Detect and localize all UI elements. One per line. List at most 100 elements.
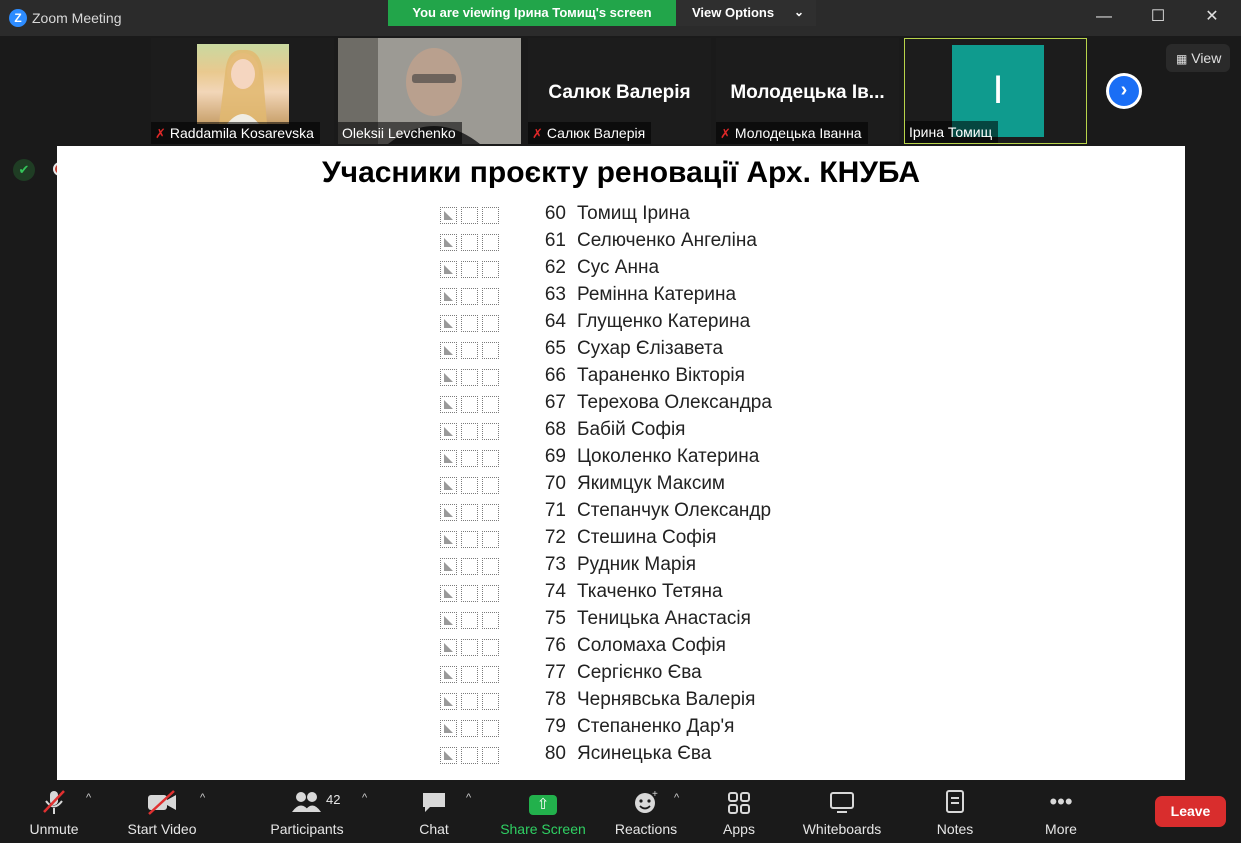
- leave-button[interactable]: Leave: [1155, 796, 1226, 827]
- row-number: 72: [544, 527, 566, 548]
- video-off-icon: [122, 788, 202, 816]
- reactions-button[interactable]: + Reactions: [612, 788, 680, 840]
- checkbox-placeholder: [482, 369, 499, 386]
- image-placeholder-icon: [440, 234, 457, 251]
- list-item: 76 Соломаха Софія: [440, 634, 940, 661]
- chat-bubble-icon: [410, 788, 458, 816]
- checkbox-placeholder: [482, 396, 499, 413]
- checkbox-placeholder: [482, 423, 499, 440]
- reactions-options-caret-icon[interactable]: ^: [674, 792, 679, 804]
- participants-count-badge: 42: [326, 792, 341, 807]
- close-button[interactable]: ✕: [1197, 5, 1227, 31]
- participant-tile-raddamila[interactable]: ✗ Raddamila Kosarevska: [151, 38, 334, 144]
- checkbox-placeholder: [482, 747, 499, 764]
- participants-options-caret-icon[interactable]: ^: [362, 792, 367, 804]
- apps-button[interactable]: Apps: [716, 788, 762, 840]
- image-placeholder-icon: [440, 342, 457, 359]
- row-number: 60: [544, 203, 566, 224]
- participant-tile-molodetska[interactable]: Молодецька Ів... ✗ Молодецька Іванна: [716, 38, 899, 144]
- whiteboard-icon: [796, 788, 888, 816]
- notes-button[interactable]: Notes: [930, 788, 980, 840]
- row-name: Якимцук Максим: [577, 473, 725, 494]
- list-item: 66 Тараненко Вікторія: [440, 364, 940, 391]
- row-name: Ясинецька Єва: [577, 743, 712, 764]
- participant-video: [197, 44, 289, 124]
- checkbox-placeholder: [482, 693, 499, 710]
- video-options-caret-icon[interactable]: ^: [200, 792, 205, 804]
- chevron-right-icon: ›: [1109, 76, 1139, 106]
- participant-tile-saliuk[interactable]: Салюк Валерія ✗ Салюк Валерія: [528, 38, 711, 144]
- view-button[interactable]: ▦ View: [1166, 44, 1230, 72]
- participant-thumbnail-strip: ✗ Raddamila Kosarevska Oleksii Levchenko …: [0, 36, 1241, 146]
- checkbox-placeholder: [461, 612, 478, 629]
- chat-button[interactable]: Chat: [410, 788, 458, 840]
- row-number: 64: [544, 311, 566, 332]
- unmute-button[interactable]: Unmute: [22, 788, 86, 840]
- start-video-button[interactable]: Start Video: [122, 788, 202, 840]
- checkbox-placeholder: [461, 369, 478, 386]
- image-placeholder-icon: [440, 288, 457, 305]
- row-name: Соломаха Софія: [577, 635, 726, 656]
- meeting-toolbar: Unmute ^ Start Video ^ Participants 42 ^…: [0, 780, 1241, 843]
- participant-name: Raddamila Kosarevska: [169, 125, 314, 141]
- audio-options-caret-icon[interactable]: ^: [86, 792, 91, 804]
- minimize-button[interactable]: —: [1089, 5, 1119, 31]
- list-item: 71 Степанчук Олександр: [440, 499, 940, 526]
- apps-icon: [716, 788, 762, 816]
- share-screen-button[interactable]: ⇧ Share Screen: [497, 788, 589, 840]
- checkbox-placeholder: [461, 423, 478, 440]
- more-button[interactable]: ••• More: [1036, 788, 1086, 840]
- view-options-button[interactable]: View Options ⌄: [676, 0, 816, 26]
- image-placeholder-icon: [440, 693, 457, 710]
- list-item: 73 Рудник Марія: [440, 553, 940, 580]
- checkbox-placeholder: [461, 315, 478, 332]
- participant-display-name: Молодецька Ів...: [730, 82, 885, 103]
- row-name: Селюченко Ангеліна: [577, 230, 757, 251]
- list-item: 74 Ткаченко Тетяна: [440, 580, 940, 607]
- row-name: Степанчук Олександр: [577, 500, 772, 521]
- checkbox-placeholder: [482, 234, 499, 251]
- checkbox-placeholder: [482, 315, 499, 332]
- maximize-button[interactable]: ☐: [1143, 5, 1173, 31]
- row-name: Ткаченко Тетяна: [577, 581, 723, 602]
- participant-tile-oleksii[interactable]: Oleksii Levchenko: [338, 38, 521, 144]
- checkbox-placeholder: [482, 342, 499, 359]
- row-name: Сухар Єлізавета: [577, 338, 724, 359]
- next-page-button[interactable]: ›: [1106, 73, 1142, 109]
- checkbox-placeholder: [461, 396, 478, 413]
- list-item: 68 Бабій Софія: [440, 418, 940, 445]
- row-name: Степаненко Дар'я: [577, 716, 735, 737]
- participant-name-bar: Oleksii Levchenko: [338, 122, 462, 144]
- whiteboards-button[interactable]: Whiteboards: [796, 788, 888, 840]
- image-placeholder-icon: [440, 369, 457, 386]
- reaction-smiley-icon: +: [612, 788, 680, 816]
- checkbox-placeholder: [461, 639, 478, 656]
- row-number: 74: [544, 581, 566, 602]
- list-item: 80 Ясинецька Єва: [440, 742, 940, 769]
- grid-icon: ▦: [1176, 52, 1188, 66]
- row-number: 70: [544, 473, 566, 494]
- participant-tile-tomysh[interactable]: I Ірина Томищ: [904, 38, 1087, 144]
- list-item: 65 Сухар Єлізавета: [440, 337, 940, 364]
- row-name: Терехова Олександра: [577, 392, 772, 413]
- image-placeholder-icon: [440, 450, 457, 467]
- row-name: Цоколенко Катерина: [577, 446, 760, 467]
- security-shield-icon[interactable]: ✔: [13, 159, 35, 181]
- row-name: Сус Анна: [577, 257, 660, 278]
- row-number: 77: [544, 662, 566, 683]
- row-number: 75: [544, 608, 566, 629]
- unmute-label: Unmute: [29, 821, 79, 837]
- checkbox-placeholder: [461, 342, 478, 359]
- checkbox-placeholder: [461, 450, 478, 467]
- row-name: Стешина Софія: [577, 527, 717, 548]
- chat-options-caret-icon[interactable]: ^: [466, 792, 471, 804]
- checkbox-placeholder: [482, 666, 499, 683]
- participants-label: Participants: [270, 821, 344, 837]
- list-item: 70 Якимцук Максим: [440, 472, 940, 499]
- checkbox-placeholder: [461, 207, 478, 224]
- checkbox-placeholder: [482, 207, 499, 224]
- image-placeholder-icon: [440, 612, 457, 629]
- checkbox-placeholder: [461, 504, 478, 521]
- checkbox-placeholder: [461, 558, 478, 575]
- image-placeholder-icon: [440, 423, 457, 440]
